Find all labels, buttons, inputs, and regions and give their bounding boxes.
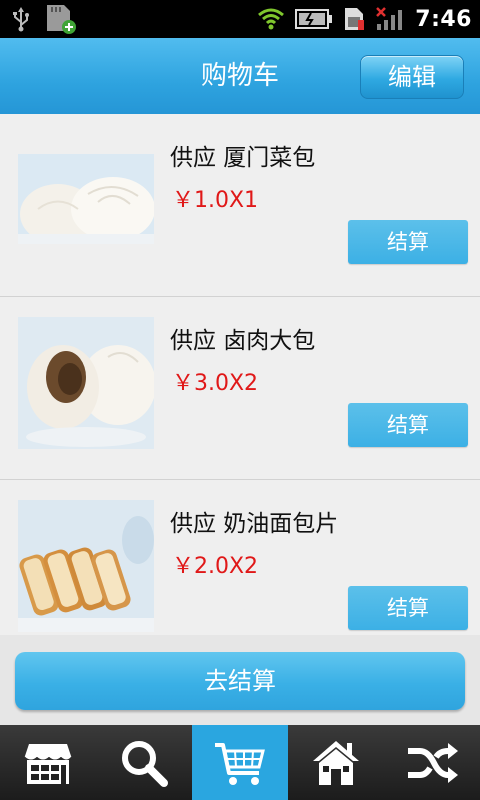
checkout-bar: 去结算 — [0, 635, 480, 725]
meat-bun-image — [18, 317, 154, 449]
cart-item[interactable]: 供应 厦门菜包 ￥1.0X1 结算 — [0, 114, 480, 297]
nav-cart[interactable] — [192, 725, 288, 800]
nav-search[interactable] — [96, 725, 192, 800]
pay-button[interactable]: 结算 — [348, 403, 468, 447]
status-bar: 7:46 — [0, 0, 480, 38]
nav-store[interactable] — [0, 725, 96, 800]
edit-button[interactable]: 编辑 — [360, 55, 464, 99]
item-name: 供应 奶油面包片 — [170, 511, 339, 537]
steamed-bun-image — [18, 154, 154, 244]
cart-item[interactable]: 供应 奶油面包片 ￥2.0X2 结算 — [0, 480, 480, 635]
usb-icon — [13, 7, 29, 32]
item-price: ￥3.0X2 — [172, 371, 259, 396]
item-price: ￥1.0X1 — [172, 188, 259, 213]
pay-button[interactable]: 结算 — [348, 220, 468, 264]
battery-icon — [295, 9, 333, 29]
nav-shuffle[interactable] — [384, 725, 480, 800]
item-name: 供应 厦门菜包 — [170, 145, 316, 171]
status-time: 7:46 — [415, 6, 472, 32]
checkout-button[interactable]: 去结算 — [15, 652, 465, 710]
pay-button[interactable]: 结算 — [348, 586, 468, 630]
nav-home[interactable] — [288, 725, 384, 800]
signal-icon — [376, 7, 403, 30]
item-price: ￥2.0X2 — [172, 554, 259, 579]
sim-icon — [345, 8, 365, 30]
search-icon — [122, 740, 168, 787]
home-icon — [313, 740, 359, 785]
status-right-icons: 7:46 — [257, 4, 472, 34]
cart-list[interactable]: 供应 厦门菜包 ￥1.0X1 结算 供应 卤肉大包 ￥3.0X2 结算 供应 奶… — [0, 114, 480, 635]
item-name: 供应 卤肉大包 — [170, 328, 316, 354]
bottom-nav — [0, 725, 480, 800]
sd-card-icon — [47, 5, 76, 34]
bread-slices-image — [18, 500, 154, 632]
cart-icon — [215, 742, 265, 785]
shuffle-icon — [408, 742, 458, 783]
status-left-icons — [10, 4, 78, 34]
wifi-icon — [258, 8, 285, 30]
store-icon — [24, 743, 72, 784]
cart-item[interactable]: 供应 卤肉大包 ￥3.0X2 结算 — [0, 297, 480, 480]
app-header: 购物车 编辑 — [0, 38, 480, 115]
